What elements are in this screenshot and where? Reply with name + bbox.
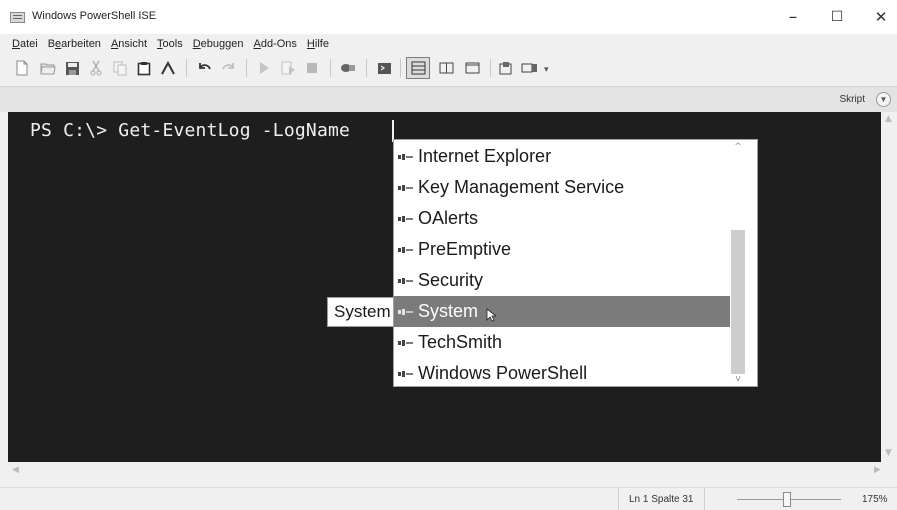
intellisense-item-label: Windows PowerShell bbox=[418, 363, 588, 383]
maximize-button[interactable]: ☐ bbox=[822, 6, 852, 28]
console-horizontal-scrollbar[interactable]: ◀ ▶ bbox=[8, 462, 897, 479]
menu-debuggen[interactable]: Debuggen bbox=[193, 38, 244, 50]
menu-datei[interactable]: Datei bbox=[12, 38, 38, 50]
scroll-down-arrow-icon[interactable]: v bbox=[731, 374, 745, 384]
menu-bar: Datei Bearbeiten Ansicht Tools Debuggen … bbox=[0, 34, 897, 54]
paste-icon[interactable] bbox=[134, 58, 154, 78]
intellisense-item-label: PreEmptive bbox=[418, 239, 512, 259]
intellisense-item-label: Key Management Service bbox=[418, 177, 625, 197]
intellisense-item[interactable]: Security bbox=[394, 265, 730, 296]
console-prompt-line: PS C:\> Get-EventLog -LogName bbox=[30, 120, 362, 141]
cursor-position: Ln 1 Spalte 31 bbox=[618, 488, 705, 510]
intellisense-item-label: System bbox=[418, 301, 479, 321]
enum-value-icon bbox=[398, 338, 414, 348]
title-bar: Windows PowerShell ISE – ☐ ✕ bbox=[0, 0, 897, 34]
scroll-left-icon[interactable]: ◀ bbox=[12, 465, 19, 475]
enum-value-icon bbox=[398, 307, 414, 317]
intellisense-item[interactable]: PreEmptive bbox=[394, 234, 730, 265]
window-title: Windows PowerShell ISE bbox=[32, 10, 157, 22]
layout-script-right-icon[interactable] bbox=[436, 58, 456, 78]
layout-script-max-icon[interactable] bbox=[462, 58, 482, 78]
save-icon[interactable] bbox=[62, 58, 82, 78]
intellisense-item-label: TechSmith bbox=[418, 332, 503, 352]
enum-value-icon bbox=[398, 152, 414, 162]
cut-icon[interactable] bbox=[86, 58, 106, 78]
scroll-right-icon[interactable]: ▶ bbox=[874, 465, 881, 475]
run-script-icon[interactable] bbox=[254, 58, 274, 78]
intellisense-item-label: OAlerts bbox=[418, 208, 479, 228]
menu-bearbeiten[interactable]: Bearbeiten bbox=[48, 38, 101, 50]
menu-tools[interactable]: Tools bbox=[157, 38, 183, 50]
intellisense-tooltip: System bbox=[327, 297, 398, 327]
toolbar: ▾ bbox=[0, 54, 897, 82]
script-pane-label: Skript bbox=[839, 94, 865, 105]
intellisense-item[interactable]: Key Management Service bbox=[394, 172, 730, 203]
new-remote-tab-icon[interactable] bbox=[338, 58, 358, 78]
run-selection-icon[interactable] bbox=[278, 58, 298, 78]
chevron-down-icon[interactable]: ▼ bbox=[876, 92, 891, 107]
zoom-slider-thumb[interactable] bbox=[783, 492, 791, 507]
scroll-down-icon[interactable]: ▼ bbox=[885, 448, 892, 458]
menu-ansicht[interactable]: Ansicht bbox=[111, 38, 147, 50]
intellisense-dropdown: Internet Explorer Key Management Service O… bbox=[393, 139, 758, 387]
console-vertical-scrollbar[interactable]: ▲ ▼ bbox=[881, 112, 897, 462]
minimize-button[interactable]: – bbox=[778, 6, 808, 28]
enum-value-icon bbox=[398, 276, 414, 286]
scroll-up-icon[interactable]: ▲ bbox=[885, 114, 892, 124]
intellisense-list: Internet Explorer Key Management Service O… bbox=[394, 140, 730, 386]
enum-value-icon bbox=[398, 369, 414, 379]
intellisense-item[interactable]: System bbox=[394, 296, 730, 327]
enum-value-icon bbox=[398, 183, 414, 193]
zoom-level: 175% bbox=[862, 494, 888, 505]
show-script-pane-icon[interactable] bbox=[496, 58, 516, 78]
undo-icon[interactable] bbox=[194, 58, 214, 78]
intellisense-scrollbar[interactable]: ^ v bbox=[730, 140, 757, 386]
intellisense-item-label: Security bbox=[418, 270, 484, 290]
enum-value-icon bbox=[398, 245, 414, 255]
intellisense-item[interactable]: Internet Explorer bbox=[394, 141, 730, 172]
menu-hilfe[interactable]: Hilfe bbox=[307, 38, 329, 50]
intellisense-scroll-thumb[interactable] bbox=[731, 230, 745, 374]
console-pane[interactable]: PS C:\> Get-EventLog -LogName System Int… bbox=[8, 112, 881, 462]
toolbar-overflow-icon[interactable]: ▾ bbox=[544, 64, 549, 75]
menu-add-ons[interactable]: Add-Ons bbox=[254, 38, 297, 50]
close-button[interactable]: ✕ bbox=[866, 6, 896, 28]
powershell-ise-icon bbox=[10, 12, 25, 23]
status-bar: Ln 1 Spalte 31 175% bbox=[0, 487, 897, 510]
show-commands-icon[interactable] bbox=[520, 58, 540, 78]
intellisense-item-label: Internet Explorer bbox=[418, 146, 552, 166]
intellisense-item[interactable]: Windows PowerShell bbox=[394, 358, 730, 389]
redo-icon[interactable] bbox=[218, 58, 238, 78]
stop-icon[interactable] bbox=[302, 58, 322, 78]
mouse-pointer-icon bbox=[486, 306, 498, 327]
start-powershell-icon[interactable] bbox=[374, 58, 394, 78]
intellisense-item[interactable]: OAlerts bbox=[394, 203, 730, 234]
layout-script-top-icon[interactable] bbox=[406, 57, 430, 79]
new-file-icon[interactable] bbox=[12, 58, 32, 78]
scroll-up-arrow-icon[interactable]: ^ bbox=[731, 142, 745, 152]
clear-console-icon[interactable] bbox=[158, 58, 178, 78]
copy-icon[interactable] bbox=[110, 58, 130, 78]
open-folder-icon[interactable] bbox=[38, 58, 58, 78]
enum-value-icon bbox=[398, 214, 414, 224]
script-tab-strip: Skript ▼ bbox=[0, 86, 897, 112]
intellisense-item[interactable]: TechSmith bbox=[394, 327, 730, 358]
